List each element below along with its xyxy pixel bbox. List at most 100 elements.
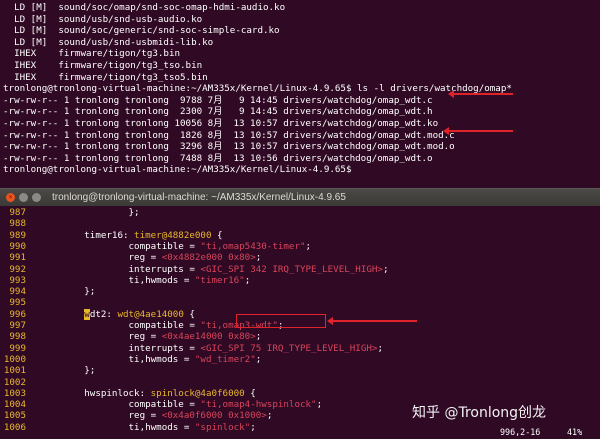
string-literal: "wd_timer2" (194, 353, 256, 365)
code-line: }; (40, 365, 95, 376)
line-number: 1005 (3, 410, 26, 422)
line-number: 995 (9, 297, 26, 309)
code-text: ; (266, 410, 273, 422)
string-literal: <0x4882e000 0x80> (161, 252, 256, 264)
minimize-window-icon[interactable] (19, 193, 28, 202)
terminal-line: -rw-rw-r-- 1 tronlong tronlong 9788 7月 9… (3, 94, 433, 106)
annotation-arrow-omap-wdt-c (448, 90, 513, 97)
node-name: wdt@4ae14000 (117, 308, 184, 320)
code-line: hwspinlock: spinlock@4a0f6000 { (40, 388, 256, 399)
code-text: ; (255, 331, 262, 343)
terminal-line: -rw-rw-r-- 1 tronlong tronlong 10056 8月 … (3, 118, 439, 129)
terminal-titlebar[interactable]: × tronlong@tronlong-virtual-machine: ~/A… (0, 188, 600, 207)
code-text: ; (305, 240, 312, 252)
line-number: 999 (9, 342, 26, 354)
maximize-window-icon[interactable] (32, 193, 41, 202)
code-line: ti,hwmods = "wd_timer2"; (40, 353, 262, 365)
string-literal: "timer16" (194, 274, 245, 286)
code-text: interrupts = (40, 263, 201, 275)
code-text: compatible = (40, 320, 201, 331)
line-number: 994 (9, 286, 26, 298)
terminal-line: LD [M] sound/usb/snd-usb-audio.ko (3, 13, 203, 25)
code-text: hwspinlock: (40, 387, 151, 399)
line-number: 989 (9, 229, 26, 241)
string-literal: <0x4ae14000 0x80> (161, 331, 256, 343)
code-text: reg = (40, 331, 162, 343)
code-line: reg = <0x4ae14000 0x80>; (40, 331, 262, 343)
line-number: 997 (9, 320, 26, 331)
string-literal: <GIC_SPI 342 IRQ_TYPE_LEVEL_HIGH> (200, 263, 383, 275)
code-text: ; (377, 342, 383, 354)
code-text: ti,hwmods = (40, 274, 195, 286)
line-number: 987 (9, 207, 26, 218)
terminal-line: -rw-rw-r-- 1 tronlong tronlong 3296 8月 1… (3, 141, 455, 153)
node-name: timer@4882e000 (134, 229, 212, 241)
code-text: ; (255, 353, 262, 365)
code-text: interrupts = (40, 342, 201, 354)
terminal-line: tronlong@tronlong-virtual-machine:~/AM33… (3, 164, 352, 176)
window-controls: × (6, 193, 41, 202)
terminal-line: IHEX firmware/tigon/tg3_tso.bin (3, 60, 203, 71)
annotation-arrow-compatible (327, 317, 417, 324)
annotation-arrow-omap-wdt-ko (443, 127, 513, 134)
code-text: dt2: (89, 308, 118, 320)
annotation-box-compatible (236, 314, 326, 328)
code-line: ti,hwmods = "timer16"; (40, 274, 251, 286)
code-text: reg = (40, 252, 162, 264)
code-text: compatible = (40, 240, 201, 252)
code-line: compatible = "ti,omap4-hwspinlock"; (40, 399, 323, 411)
terminal-line: IHEX firmware/tigon/tg3_tso5.bin (3, 71, 208, 83)
code-text: ; (316, 399, 323, 411)
close-window-icon[interactable]: × (6, 193, 15, 202)
code-line: wdt2: wdt@4ae14000 { (40, 308, 195, 320)
terminal-line: -rw-rw-r-- 1 tronlong tronlong 1826 8月 1… (3, 129, 455, 141)
terminal-line: LD [M] sound/soc/generic/snd-soc-simple-… (3, 25, 280, 37)
line-number: 993 (9, 274, 26, 286)
zhihu-watermark: 知乎 @Tronlong创龙 (412, 405, 547, 421)
code-line: reg = <0x4882e000 0x80>; (40, 252, 262, 264)
cursor-position: 996,2-16 (500, 427, 541, 437)
terminal-line: -rw-rw-r-- 1 tronlong tronlong 7488 8月 1… (3, 152, 433, 164)
code-line: }; (40, 286, 95, 297)
code-text: { (244, 387, 256, 399)
terminal-line: tronlong@tronlong-virtual-machine:~/AM33… (3, 83, 512, 95)
code-text: }; (40, 365, 96, 377)
code-line: }; (40, 207, 140, 218)
code-line: interrupts = <GIC_SPI 342 IRQ_TYPE_LEVEL… (40, 264, 389, 275)
code-line: reg = <0x4a0f6000 0x1000>; (40, 410, 273, 422)
scroll-percent: 41% (567, 427, 583, 437)
terminal-line: IHEX firmware/tigon/tg3.bin (3, 48, 181, 60)
line-number: 1002 (3, 376, 26, 388)
code-line: timer16: timer@4882e000 { (40, 229, 223, 241)
vim-status-bar: 996,2-16 41% (0, 426, 600, 439)
code-line: compatible = "ti,omap5430-timer"; (40, 240, 312, 252)
line-number: 1003 (3, 387, 26, 399)
line-number: 1001 (3, 365, 26, 377)
code-line: interrupts = <GIC_SPI 75 IRQ_TYPE_LEVEL_… (40, 343, 383, 354)
code-text: timer16: (40, 229, 135, 241)
window-title: tronlong@tronlong-virtual-machine: ~/AM3… (52, 192, 346, 203)
terminal-line: LD [M] sound/soc/omap/snd-soc-omap-hdmi-… (3, 2, 286, 13)
code-text: ; (382, 263, 389, 275)
terminal-line: -rw-rw-r-- 1 tronlong tronlong 2300 7月 9… (3, 106, 433, 118)
string-literal: "ti,omap5430-timer" (200, 240, 306, 252)
line-number: 992 (9, 263, 26, 275)
line-number: 998 (9, 331, 26, 343)
string-literal: "ti,omap4-hwspinlock" (200, 399, 317, 411)
line-number: 996 (9, 308, 26, 320)
code-text: }; (40, 207, 140, 218)
code-text: { (211, 229, 223, 241)
code-text: reg = (40, 410, 162, 422)
code-text: { (183, 308, 195, 320)
code-text: }; (40, 286, 96, 298)
terminal-line: LD [M] sound/usb/snd-usbmidi-lib.ko (3, 36, 214, 48)
line-number: 990 (9, 240, 26, 252)
code-text: ; (255, 252, 262, 264)
line-number: 988 (9, 218, 26, 230)
string-literal: <GIC_SPI 75 IRQ_TYPE_LEVEL_HIGH> (200, 342, 378, 354)
line-number: 991 (9, 252, 26, 264)
code-text: ti,hwmods = (40, 353, 195, 365)
line-number: 1004 (3, 399, 26, 411)
string-literal: <0x4a0f6000 0x1000> (161, 410, 267, 422)
